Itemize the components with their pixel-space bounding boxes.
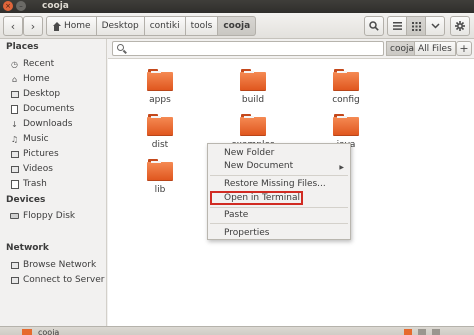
sidebar-item-desktop[interactable]: Desktop <box>10 87 60 101</box>
breadcrumb-home[interactable]: Home <box>46 16 97 36</box>
menu-separator <box>210 175 348 176</box>
scope-all-files[interactable]: All Files <box>414 41 456 56</box>
add-search-criteria-button[interactable]: + <box>456 41 472 56</box>
sidebar-item-connect-to-server[interactable]: Connect to Server <box>10 273 104 287</box>
menu-item-new-folder[interactable]: New Folder <box>224 148 274 158</box>
breadcrumb-desktop[interactable]: Desktop <box>96 16 145 36</box>
view-options-button[interactable] <box>425 16 445 36</box>
search-icon <box>369 21 379 31</box>
folder-icon <box>22 329 32 335</box>
menu-item-restore-missing-files[interactable]: Restore Missing Files... <box>224 179 326 189</box>
sidebar-item-documents[interactable]: Documents <box>10 102 74 116</box>
breadcrumb: Home Desktop contiki tools cooja <box>46 16 257 36</box>
folder-label: build <box>241 95 265 105</box>
plus-icon: + <box>459 42 469 55</box>
folder-item[interactable]: build <box>227 69 277 109</box>
folder-icon <box>404 329 412 335</box>
sidebar-item-downloads[interactable]: ↓ Downloads <box>10 117 72 131</box>
breadcrumb-contiki[interactable]: contiki <box>144 16 186 36</box>
taskbar: cooja <box>0 326 474 335</box>
menu-separator <box>210 207 348 208</box>
downloads-icon: ↓ <box>11 119 18 129</box>
menu-item-new-document[interactable]: New Document <box>224 161 293 171</box>
folder-icon <box>147 69 173 91</box>
sidebar-item-videos[interactable]: Videos <box>10 162 53 176</box>
folder-icon <box>147 159 173 181</box>
window-icon <box>432 329 440 335</box>
submenu-arrow-icon: ▶ <box>339 164 344 171</box>
home-icon: ⌂ <box>11 74 18 84</box>
chevron-down-icon <box>430 23 440 29</box>
sidebar-item-trash[interactable]: Trash <box>10 177 47 191</box>
desktop-icon <box>10 90 19 99</box>
server-icon <box>10 276 19 285</box>
search-bar: cooja All Files + <box>108 39 474 59</box>
breadcrumb-cooja[interactable]: cooja <box>218 16 257 36</box>
floppy-icon <box>10 212 19 221</box>
search-input[interactable] <box>112 41 384 56</box>
folder-label: lib <box>154 185 166 195</box>
highlight-box <box>210 191 303 205</box>
folder-label: apps <box>149 95 171 105</box>
menu-item-properties[interactable]: Properties <box>224 228 269 238</box>
sidebar-section-places: Places <box>6 42 39 52</box>
folder-item[interactable]: apps <box>134 69 184 109</box>
window-title: cooja <box>42 1 69 11</box>
pictures-icon <box>10 150 19 159</box>
sidebar: Places ◷ Recent ⌂ Home Desktop Documents… <box>0 39 107 326</box>
menu-item-paste[interactable]: Paste <box>224 210 248 220</box>
list-view-icon <box>392 22 402 30</box>
back-arrow-icon: ‹ <box>10 19 16 33</box>
folder-item[interactable]: config <box>320 69 370 109</box>
folder-label: dist <box>151 140 169 150</box>
gear-icon <box>455 21 465 31</box>
grid-view-icon <box>411 21 421 31</box>
breadcrumb-tools[interactable]: tools <box>185 16 219 36</box>
sidebar-item-recent[interactable]: ◷ Recent <box>10 57 54 71</box>
folder-label: config <box>332 95 360 105</box>
taskbar-item-cooja[interactable]: cooja <box>22 328 59 335</box>
videos-icon <box>10 165 19 174</box>
list-view-button[interactable] <box>387 16 407 36</box>
close-window-icon[interactable]: × <box>3 1 13 11</box>
folder-icon <box>240 69 266 91</box>
sidebar-item-pictures[interactable]: Pictures <box>10 147 59 161</box>
folder-icon <box>333 114 359 136</box>
search-button[interactable] <box>364 16 384 36</box>
folder-item[interactable]: lib <box>134 159 184 199</box>
sidebar-item-browse-network[interactable]: Browse Network <box>10 258 96 272</box>
toolbar: ‹ › Home Desktop contiki tools cooja <box>0 13 474 39</box>
home-icon <box>52 21 61 31</box>
window-icon <box>418 329 426 335</box>
folder-icon <box>147 114 173 136</box>
forward-arrow-icon: › <box>30 19 36 33</box>
sidebar-section-devices: Devices <box>6 195 46 205</box>
sidebar-item-music[interactable]: ♫ Music <box>10 132 49 146</box>
back-button[interactable]: ‹ <box>3 16 23 36</box>
minimize-window-icon[interactable]: – <box>16 1 26 11</box>
music-icon: ♫ <box>10 134 19 144</box>
clock-icon: ◷ <box>11 59 18 69</box>
folder-item[interactable]: dist <box>134 114 184 154</box>
window-controls: × – <box>3 1 26 11</box>
menu-separator <box>210 223 348 224</box>
forward-button[interactable]: › <box>23 16 43 36</box>
title-bar: × – cooja <box>0 0 474 13</box>
grid-view-button[interactable] <box>406 16 426 36</box>
settings-button[interactable] <box>450 16 470 36</box>
search-icon <box>117 44 124 51</box>
sidebar-item-home[interactable]: ⌂ Home <box>10 72 50 86</box>
folder-icon <box>240 114 266 136</box>
sidebar-section-network: Network <box>6 243 49 253</box>
network-icon <box>10 261 19 270</box>
folder-icon <box>333 69 359 91</box>
sidebar-item-floppy-disk[interactable]: Floppy Disk <box>10 209 75 223</box>
documents-icon <box>10 104 19 114</box>
tray-icons <box>404 328 440 335</box>
trash-icon <box>10 179 19 189</box>
